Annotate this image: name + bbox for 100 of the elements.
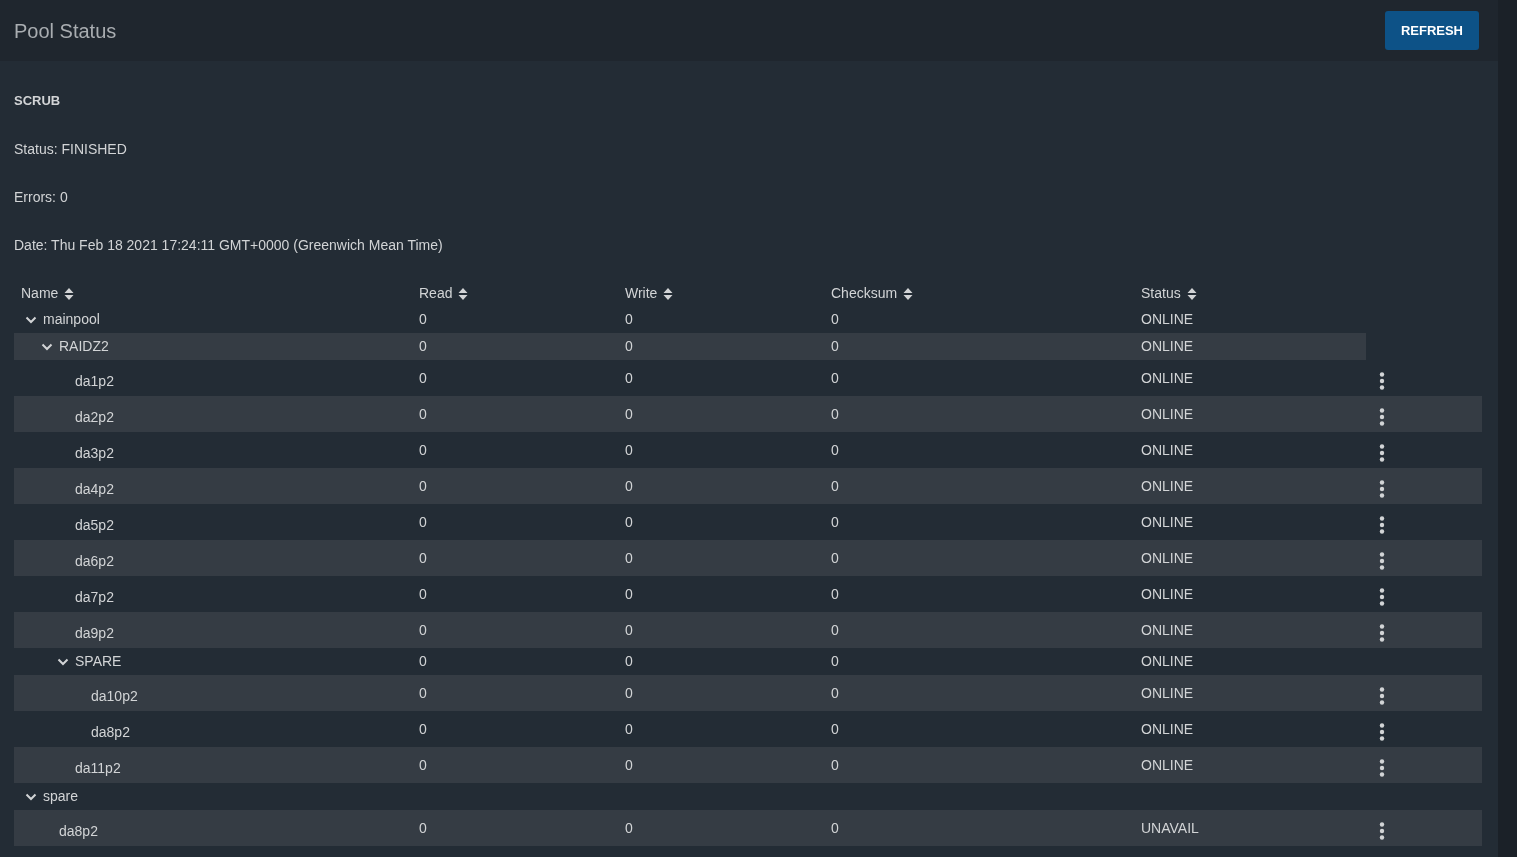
table-cell-text: 0 <box>625 548 633 566</box>
table-cell-text: 0 <box>831 404 839 422</box>
chevron-down-icon[interactable] <box>25 315 37 324</box>
table-cell-text: 0 <box>625 368 633 386</box>
table-cell: 0 <box>419 653 427 669</box>
sort-icon[interactable] <box>458 286 469 301</box>
more-options-icon[interactable] <box>1379 588 1385 606</box>
device-name: da10p2 <box>91 687 138 706</box>
page-title: Pool Status <box>14 18 117 43</box>
table-cell-text: 0 <box>625 512 633 530</box>
more-options-icon[interactable] <box>1379 480 1385 498</box>
table-cell-text: 0 <box>419 584 427 602</box>
more-options-icon[interactable] <box>1379 624 1385 642</box>
device-name: da4p2 <box>75 480 114 499</box>
table-cell-text: 0 <box>831 512 839 530</box>
table-cell-text: 0 <box>625 818 633 836</box>
column-header[interactable]: Status <box>1141 283 1181 304</box>
table-cell-text: ONLINE <box>1141 719 1194 737</box>
device-name: da3p2 <box>75 444 114 463</box>
more-options-icon[interactable] <box>1379 552 1385 570</box>
device-name: SPARE <box>75 652 122 671</box>
table-cell-text: 0 <box>831 337 839 356</box>
section-heading: SCRUB <box>14 92 62 110</box>
more-options-icon[interactable] <box>1379 759 1385 777</box>
sort-icon[interactable] <box>64 286 75 301</box>
table-cell-text: 0 <box>625 755 633 773</box>
table-cell-text: 0 <box>419 755 427 773</box>
table-cell-text: 0 <box>625 584 633 602</box>
table-cell-text: 0 <box>625 719 633 737</box>
table-cell-text: 0 <box>831 476 839 494</box>
table-cell-text: ONLINE <box>1141 620 1194 638</box>
table-cell: 0 <box>625 653 633 669</box>
table-cell-text: ONLINE <box>1141 755 1194 773</box>
table-cell-text: 0 <box>419 512 427 530</box>
table-cell-text: ONLINE <box>1141 337 1194 356</box>
table-cell-text: 0 <box>625 404 633 422</box>
table-cell-text: 0 <box>625 683 633 701</box>
more-options-icon[interactable] <box>1379 408 1385 426</box>
table-cell-text: 0 <box>419 548 427 566</box>
sort-icon[interactable] <box>903 286 914 301</box>
chevron-down-icon[interactable] <box>25 792 37 801</box>
table-cell-text: 0 <box>831 683 839 701</box>
scrub-errors: Errors: 0 <box>14 188 69 207</box>
table-cell-text: 0 <box>625 620 633 638</box>
scrub-date: Date: Thu Feb 18 2021 17:24:11 GMT+0000 (Greenwich Mean Time) <box>14 236 444 255</box>
table-cell-text: 0 <box>831 719 839 737</box>
table-cell: ONLINE <box>1141 653 1194 669</box>
device-name: mainpool <box>43 310 100 329</box>
device-name: spare <box>43 787 79 806</box>
table-cell-text: 0 <box>831 368 839 386</box>
table-cell-text: 0 <box>419 683 427 701</box>
table-cell-text: ONLINE <box>1141 548 1194 566</box>
table-cell-text: 0 <box>625 476 633 494</box>
device-name: da6p2 <box>75 552 114 571</box>
column-header[interactable]: Read <box>419 283 453 304</box>
table-cell-text: ONLINE <box>1141 440 1194 458</box>
table-cell-text: 0 <box>419 440 427 458</box>
table-cell-text: ONLINE <box>1141 683 1194 701</box>
column-header[interactable]: Checksum <box>831 283 898 304</box>
device-name: da9p2 <box>75 624 114 643</box>
table-cell-text: UNAVAIL <box>1141 818 1199 836</box>
device-name: da5p2 <box>75 516 114 535</box>
device-name: da8p2 <box>91 723 130 742</box>
table-cell-text: ONLINE <box>1141 584 1194 602</box>
table-cell-text: 0 <box>831 755 839 773</box>
device-name: RAIDZ2 <box>59 337 109 356</box>
table-cell-text: ONLINE <box>1141 512 1194 530</box>
column-header[interactable]: Write <box>625 283 658 304</box>
table-cell-text: 0 <box>831 440 839 458</box>
sort-icon[interactable] <box>663 286 674 301</box>
table-cell-text: 0 <box>419 818 427 836</box>
column-header[interactable]: Name <box>21 283 59 304</box>
more-options-icon[interactable] <box>1379 444 1385 462</box>
more-options-icon[interactable] <box>1379 822 1385 840</box>
device-name: da1p2 <box>75 372 114 391</box>
more-options-icon[interactable] <box>1379 723 1385 741</box>
table-cell-text: 0 <box>419 476 427 494</box>
table-cell-text: 0 <box>419 337 427 356</box>
sort-icon[interactable] <box>1186 286 1197 301</box>
table-cell-text: 0 <box>831 584 839 602</box>
device-name: da2p2 <box>75 408 114 427</box>
table-cell: 0 <box>831 311 839 327</box>
device-name: da8p2 <box>59 822 98 841</box>
device-name: da7p2 <box>75 588 114 607</box>
table-cell-text: 0 <box>831 620 839 638</box>
table-cell-text: ONLINE <box>1141 368 1194 386</box>
chevron-down-icon[interactable] <box>57 657 69 666</box>
table-cell-text: 0 <box>625 337 633 356</box>
more-options-icon[interactable] <box>1379 516 1385 534</box>
more-options-icon[interactable] <box>1379 687 1385 705</box>
table-cell-text: 0 <box>831 818 839 836</box>
chevron-down-icon[interactable] <box>41 342 53 351</box>
table-cell: 0 <box>625 311 633 327</box>
table-cell-text: ONLINE <box>1141 404 1194 422</box>
table-cell-text: 0 <box>419 719 427 737</box>
table-cell-text: 0 <box>419 404 427 422</box>
device-name: da11p2 <box>75 759 121 778</box>
scrub-status: Status: FINISHED <box>14 140 128 159</box>
refresh-button[interactable]: REFRESH <box>1384 10 1479 51</box>
more-options-icon[interactable] <box>1379 372 1385 390</box>
